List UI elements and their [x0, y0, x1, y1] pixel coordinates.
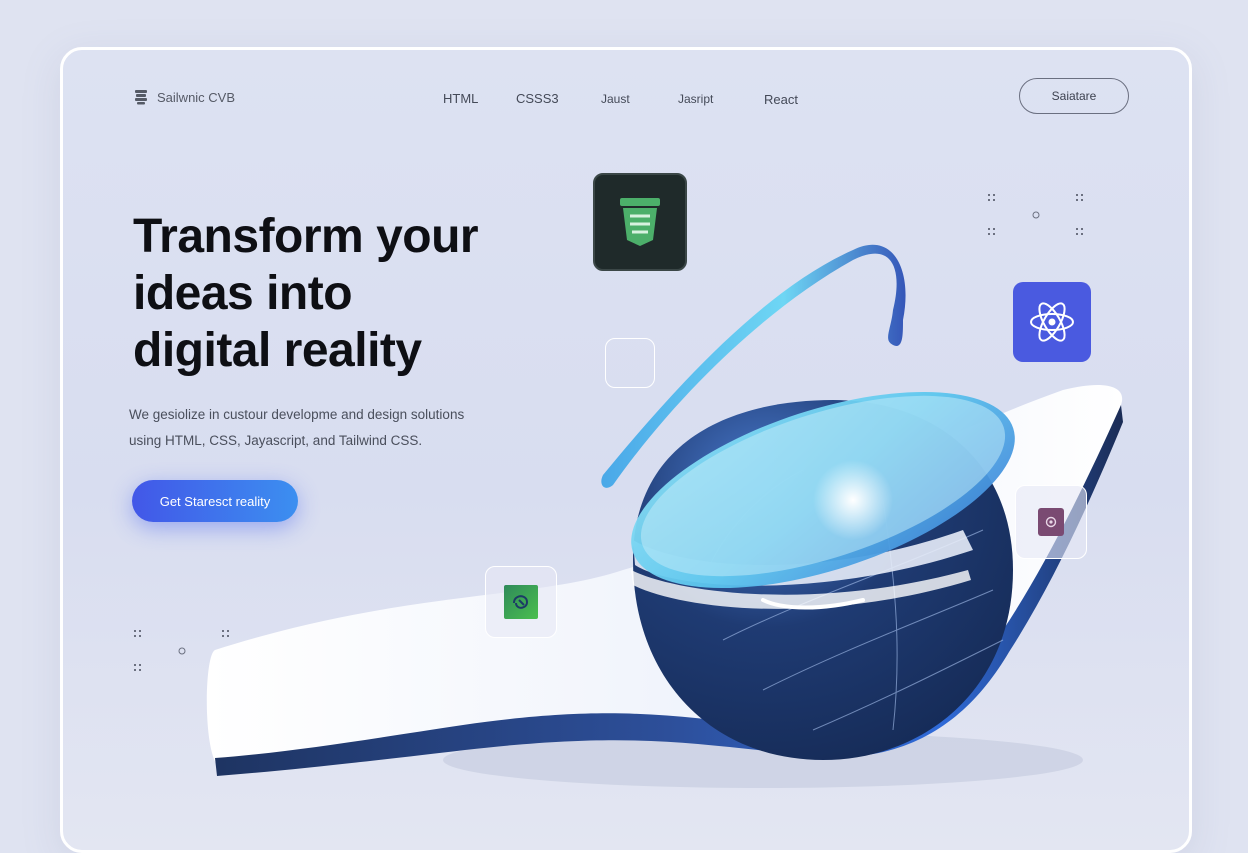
nav-item-react[interactable]: React	[764, 92, 798, 107]
nav-item-css[interactable]: CSSS3	[516, 91, 559, 106]
nav-item-jaust[interactable]: Jaust	[601, 92, 630, 106]
gear-icon	[1038, 508, 1064, 536]
tailwind-badge[interactable]	[485, 566, 557, 638]
react-atom-icon	[1030, 302, 1074, 342]
logo-icon	[135, 90, 147, 105]
light-glow	[813, 460, 893, 540]
header-cta-button[interactable]: Saiatare	[1019, 78, 1129, 114]
logo-text: Sailwnic CVB	[157, 89, 236, 105]
logo[interactable]: Sailwnic CVB	[133, 88, 235, 106]
html-badge[interactable]	[593, 173, 687, 271]
settings-badge[interactable]	[1015, 485, 1087, 559]
leaf-icon	[504, 585, 538, 619]
react-badge[interactable]	[1013, 282, 1091, 362]
nav-item-html[interactable]: HTML	[443, 91, 478, 106]
html5-icon	[620, 198, 660, 246]
hero-card: Sailwnic CVB HTML CSSS3 Jaust Jasript Re…	[60, 47, 1192, 853]
nav-item-jasript[interactable]: Jasript	[678, 92, 713, 106]
outline-badge	[605, 338, 655, 388]
